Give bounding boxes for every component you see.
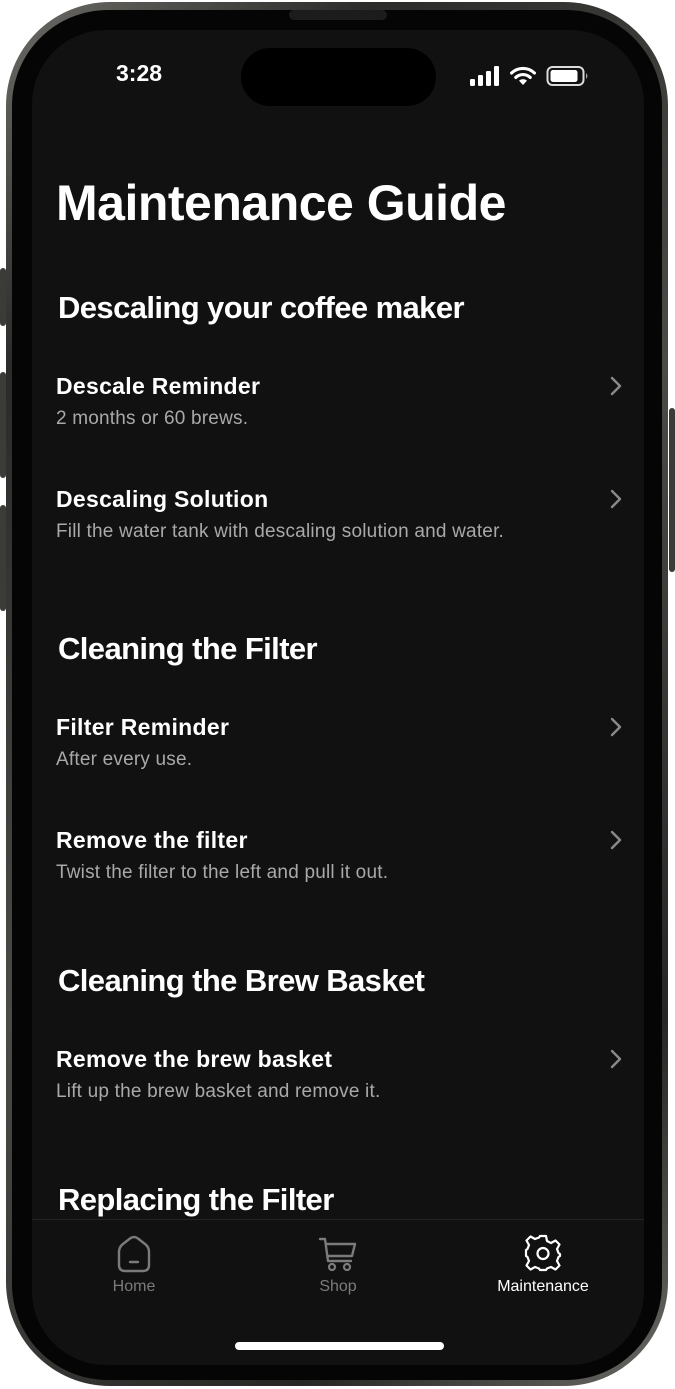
list-item-remove-brew-basket[interactable]: Remove the brew basket Lift up the brew … xyxy=(56,1046,626,1126)
home-indicator[interactable] xyxy=(235,1342,444,1350)
cellular-signal-icon xyxy=(470,66,499,86)
chevron-right-icon xyxy=(610,1049,622,1069)
battery-icon xyxy=(546,66,588,86)
wifi-icon xyxy=(510,66,536,85)
tab-label-maintenance: Maintenance xyxy=(497,1278,589,1295)
list-item-filter-reminder[interactable]: Filter Reminder After every use. xyxy=(56,714,626,794)
status-time: 3:28 xyxy=(116,60,163,86)
home-icon xyxy=(117,1235,151,1273)
list-item-title: Remove the brew basket xyxy=(56,1046,333,1072)
list-item-subtitle: After every use. xyxy=(56,749,193,770)
dynamic-island xyxy=(241,48,436,106)
list-item-title: Descaling Solution xyxy=(56,486,269,512)
list-item-title: Filter Reminder xyxy=(56,714,230,740)
list-item-title: Descale Reminder xyxy=(56,373,261,399)
tab-home[interactable]: Home xyxy=(54,1234,214,1304)
list-item-subtitle: Lift up the brew basket and remove it. xyxy=(56,1081,381,1102)
section-title-cleaning-filter: Cleaning the Filter xyxy=(58,631,318,666)
action-button xyxy=(0,268,6,326)
chevron-right-icon xyxy=(610,489,622,509)
tab-label-shop: Shop xyxy=(319,1278,357,1295)
list-item-subtitle: Twist the filter to the left and pull it… xyxy=(56,862,389,883)
status-icons xyxy=(470,64,590,88)
chevron-right-icon xyxy=(610,717,622,737)
list-item-subtitle: Fill the water tank with descaling solut… xyxy=(56,521,505,542)
volume-down-button xyxy=(0,505,6,611)
tab-maintenance[interactable]: Maintenance xyxy=(463,1234,623,1304)
volume-up-button xyxy=(0,372,6,478)
tab-shop[interactable]: Shop xyxy=(258,1234,418,1304)
list-item-descaling-solution[interactable]: Descaling Solution Fill the water tank w… xyxy=(56,486,626,566)
power-button xyxy=(669,408,675,572)
page-title: Maintenance Guide xyxy=(56,175,506,231)
section-title-cleaning-brew-basket: Cleaning the Brew Basket xyxy=(58,963,425,998)
cart-icon xyxy=(318,1237,357,1272)
list-item-descale-reminder[interactable]: Descale Reminder 2 months or 60 brews. xyxy=(56,373,626,453)
earpiece-speaker xyxy=(289,10,387,20)
list-item-remove-filter[interactable]: Remove the filter Twist the filter to th… xyxy=(56,827,626,907)
screen: 3:28 Maintenance Guide Descaling your co… xyxy=(32,30,644,1365)
tab-label-home: Home xyxy=(112,1278,156,1295)
section-title-descaling: Descaling your coffee maker xyxy=(58,290,465,325)
chevron-right-icon xyxy=(610,830,622,850)
section-title-replacing-filter: Replacing the Filter xyxy=(58,1182,334,1217)
chevron-right-icon xyxy=(610,376,622,396)
gear-icon xyxy=(524,1234,562,1272)
list-item-title: Remove the filter xyxy=(56,827,248,853)
list-item-subtitle: 2 months or 60 brews. xyxy=(56,408,249,429)
